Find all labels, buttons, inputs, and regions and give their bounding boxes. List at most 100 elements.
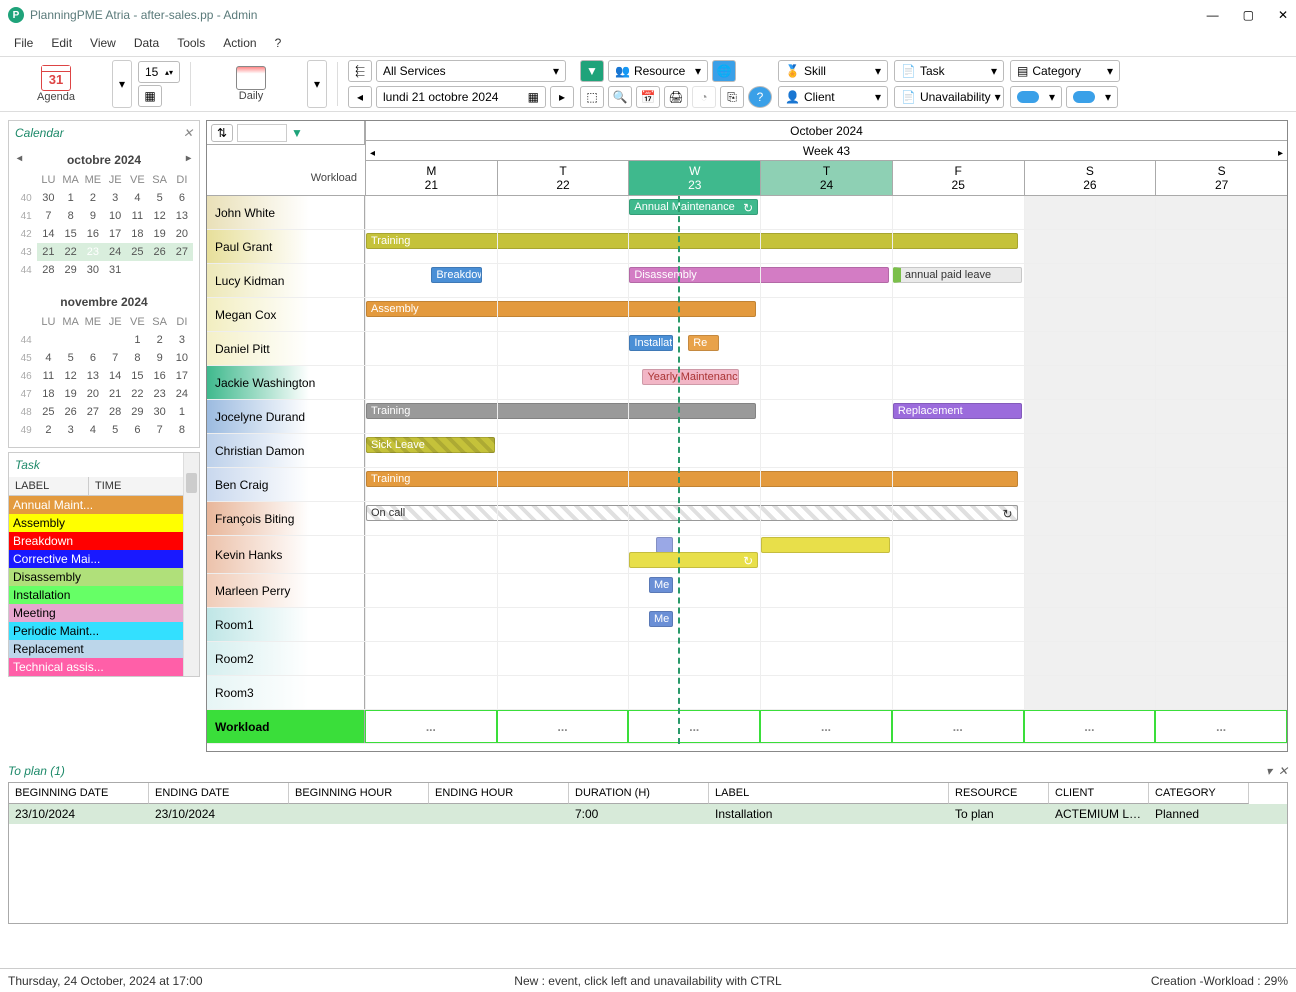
day-header[interactable]: W23 <box>628 161 760 195</box>
date-prev[interactable]: ◂ <box>348 86 372 108</box>
resource-name[interactable]: Room3 <box>207 676 365 709</box>
cal-day[interactable] <box>149 261 171 279</box>
toplan-cell[interactable]: 23/10/2024 <box>149 804 289 824</box>
cal-day[interactable] <box>104 331 126 349</box>
cal-day[interactable]: 16 <box>149 367 171 385</box>
task-item[interactable]: Disassembly <box>9 568 199 586</box>
menu-edit[interactable]: Edit <box>51 36 72 50</box>
cal-prev[interactable]: ◂ <box>17 153 22 164</box>
task-item[interactable]: Assembly <box>9 514 199 532</box>
cal-day[interactable]: 10 <box>104 207 126 225</box>
cal-day[interactable]: 30 <box>149 403 171 421</box>
cal-day[interactable]: 24 <box>104 243 126 261</box>
toplan-cell[interactable]: To plan <box>949 804 1049 824</box>
toplan-close-icon[interactable]: ✕ <box>1278 764 1288 778</box>
workload-cell[interactable]: ... <box>1155 710 1287 743</box>
cal-next[interactable]: ▸ <box>186 153 191 164</box>
workload-cell[interactable]: ... <box>760 710 892 743</box>
cal-day[interactable]: 5 <box>60 349 82 367</box>
cal-day[interactable]: 29 <box>126 403 148 421</box>
toplan-cell[interactable]: Installation <box>709 804 949 824</box>
day-header[interactable]: M21 <box>365 161 497 195</box>
task-item[interactable]: Replacement <box>9 640 199 658</box>
cal-day[interactable]: 19 <box>149 225 171 243</box>
workload-cell[interactable]: ... <box>628 710 760 743</box>
toplan-col[interactable]: LABEL <box>709 783 949 804</box>
filter-icon[interactable]: ▼ <box>580 60 604 82</box>
task-item[interactable]: Breakdown <box>9 532 199 550</box>
skill-select[interactable]: 🏅 Skill▾ <box>778 60 888 82</box>
cal-day[interactable]: 22 <box>60 243 82 261</box>
cal-day[interactable]: 9 <box>149 349 171 367</box>
toplan-col[interactable]: DURATION (H) <box>569 783 709 804</box>
cal-day[interactable]: 14 <box>37 225 59 243</box>
task-bar[interactable]: ↻ <box>629 552 758 568</box>
workload-cell[interactable]: ... <box>1024 710 1156 743</box>
cal-day[interactable]: 2 <box>37 421 59 439</box>
cal-day[interactable]: 20 <box>82 385 104 403</box>
cal-day[interactable]: 14 <box>104 367 126 385</box>
cal-day[interactable]: 8 <box>60 207 82 225</box>
toplan-cell[interactable]: Planned <box>1149 804 1249 824</box>
resource-select[interactable]: 👥 Resource▾ <box>608 60 708 82</box>
cal-day[interactable]: 13 <box>171 207 193 225</box>
cal-day[interactable]: 19 <box>60 385 82 403</box>
cal-day[interactable]: 8 <box>126 349 148 367</box>
task-bar[interactable]: Replacement <box>893 403 1022 419</box>
cal-day[interactable]: 6 <box>126 421 148 439</box>
resource-name[interactable]: Room2 <box>207 642 365 675</box>
toplan-col[interactable]: BEGINNING HOUR <box>289 783 429 804</box>
cal-day[interactable]: 5 <box>149 189 171 207</box>
toplan-col[interactable]: RESOURCE <box>949 783 1049 804</box>
task-item[interactable]: Periodic Maint... <box>9 622 199 640</box>
resource-name[interactable]: Lucy Kidman <box>207 264 365 297</box>
cal-day[interactable]: 13 <box>82 367 104 385</box>
cal-day[interactable]: 26 <box>60 403 82 421</box>
cal-day[interactable]: 12 <box>149 207 171 225</box>
cal-day[interactable]: 5 <box>104 421 126 439</box>
resource-name[interactable]: Jackie Washington <box>207 366 365 399</box>
cal-day[interactable]: 12 <box>60 367 82 385</box>
cal-day[interactable]: 3 <box>171 331 193 349</box>
category-select[interactable]: ▤ Category▾ <box>1010 60 1120 82</box>
menu-tools[interactable]: Tools <box>177 36 205 50</box>
task-bar[interactable]: Sick Leave <box>366 437 495 453</box>
gantt-filter-icon[interactable]: ▼ <box>291 126 303 140</box>
resource-name[interactable]: Room1 <box>207 608 365 641</box>
cal-day[interactable]: 8 <box>171 421 193 439</box>
cal-day[interactable]: 27 <box>82 403 104 421</box>
task-bar[interactable]: Yearly Maintenance↻ <box>642 369 738 385</box>
cal-day[interactable]: 27 <box>171 243 193 261</box>
toplan-cell[interactable]: 23/10/2024 <box>9 804 149 824</box>
print-icon[interactable]: 🖨 <box>664 86 688 108</box>
toplan-col[interactable]: CLIENT <box>1049 783 1149 804</box>
cal-day[interactable]: 1 <box>60 189 82 207</box>
day-header[interactable]: S26 <box>1024 161 1156 195</box>
cal-day[interactable]: 30 <box>37 189 59 207</box>
workload-cell[interactable]: ... <box>892 710 1024 743</box>
client-select[interactable]: 👤 Client▾ <box>778 86 888 108</box>
calendar-close-icon[interactable]: ✕ <box>183 126 193 140</box>
cal-day[interactable] <box>171 261 193 279</box>
cal-day[interactable]: 11 <box>126 207 148 225</box>
spin-value[interactable]: 15 <box>145 65 158 79</box>
task-scrollbar[interactable] <box>183 453 199 676</box>
day-header[interactable]: T22 <box>497 161 629 195</box>
cal-day[interactable]: 7 <box>104 349 126 367</box>
date-next[interactable]: ▸ <box>550 86 574 108</box>
cal-day[interactable]: 20 <box>171 225 193 243</box>
workload-cell[interactable]: ... <box>365 710 497 743</box>
task-bar[interactable]: Installation <box>629 335 673 351</box>
search-icon[interactable]: 🔍 <box>608 86 632 108</box>
cal-day[interactable]: 23 <box>149 385 171 403</box>
daily-button[interactable]: Daily <box>201 66 301 102</box>
cal-day[interactable]: 22 <box>126 385 148 403</box>
resource-name[interactable]: Daniel Pitt <box>207 332 365 365</box>
task-item[interactable]: Installation <box>9 586 199 604</box>
cal-day[interactable]: 15 <box>60 225 82 243</box>
cal-day[interactable]: 28 <box>104 403 126 421</box>
cal-day[interactable]: 15 <box>126 367 148 385</box>
cal-day[interactable]: 17 <box>171 367 193 385</box>
task-item[interactable]: Meeting <box>9 604 199 622</box>
calendar-date-icon[interactable]: 📅 <box>636 86 660 108</box>
